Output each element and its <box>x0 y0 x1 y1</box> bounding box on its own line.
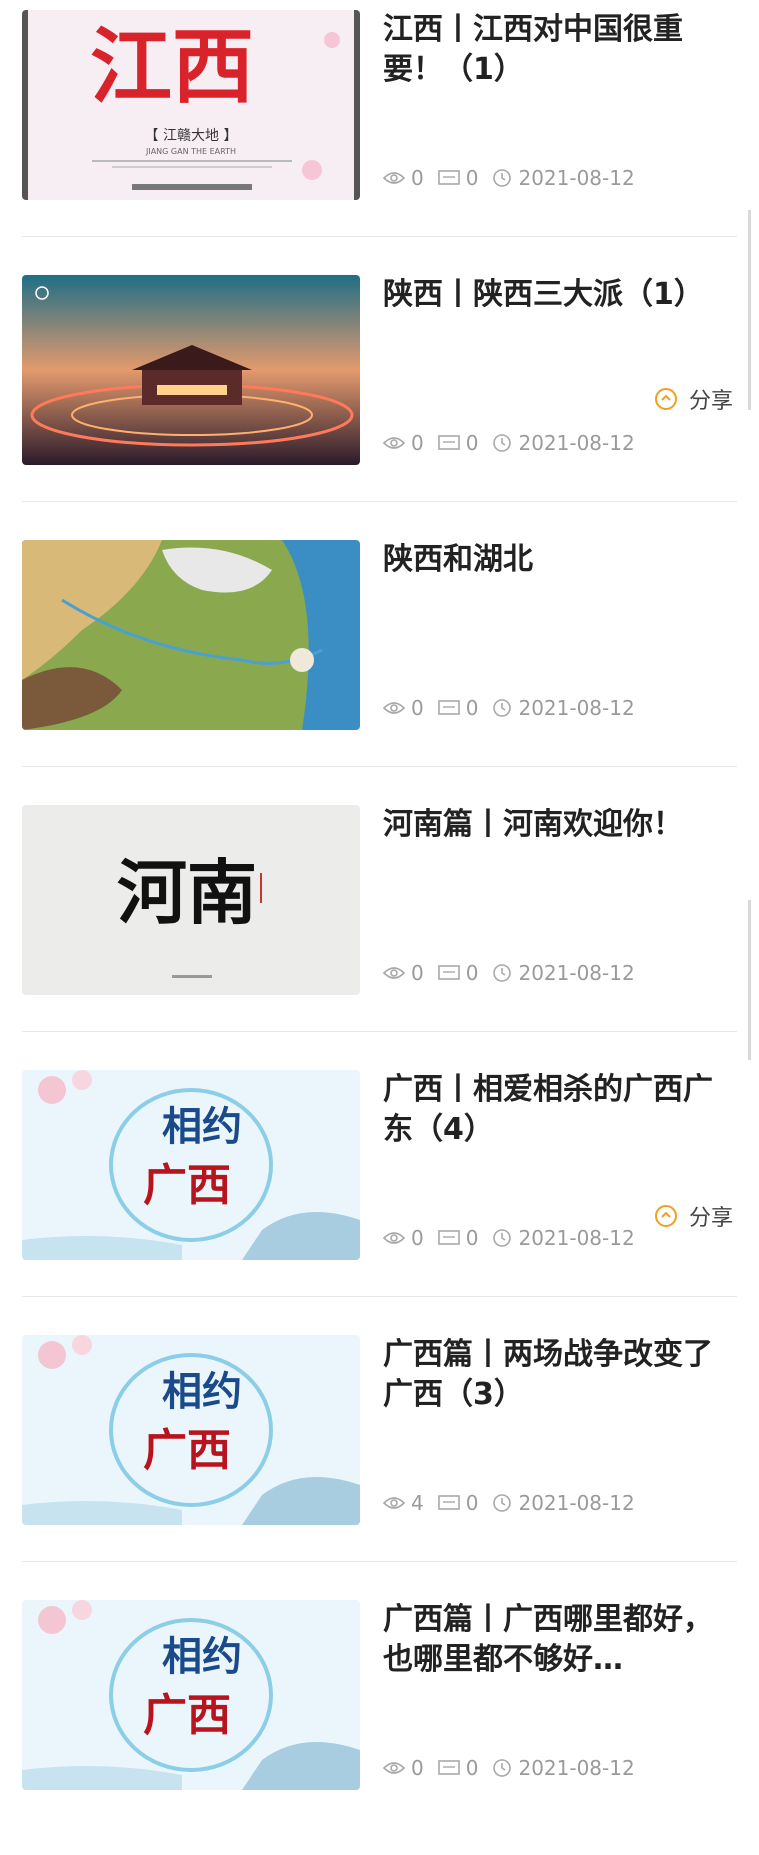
thumb-big-text: 相约 <box>162 1104 242 1150</box>
article-card[interactable]: 相约 广西 广西篇丨两场战争改变了广西（3） 4 0 2021-08-12 <box>0 1325 759 1590</box>
comment-icon <box>437 1760 460 1775</box>
article-thumbnail[interactable]: 相约 广西 <box>22 1070 360 1260</box>
clock-icon <box>493 434 512 452</box>
view-count: 0 <box>411 961 424 985</box>
comment-icon <box>437 1230 460 1245</box>
thumb-big-text: 相约 <box>162 1369 242 1415</box>
article-card[interactable]: 相约 广西 广西丨相爱相杀的广西广东（4） 分享 0 0 2021-08-12 <box>0 1060 759 1325</box>
share-icon <box>654 388 677 410</box>
comment-count: 0 <box>465 166 479 190</box>
publish-date: 2021-08-12 <box>518 696 635 720</box>
view-count: 0 <box>411 431 424 455</box>
divider <box>22 501 737 502</box>
comment-icon <box>437 170 460 185</box>
article-thumbnail[interactable]: 河南 <box>22 805 360 995</box>
eye-icon <box>383 1762 405 1774</box>
divider <box>22 766 737 767</box>
clock-icon <box>493 1229 512 1247</box>
thumb-big-text: 江西 <box>90 20 254 115</box>
view-count: 4 <box>411 1491 424 1515</box>
thumb-big-text: 广西 <box>143 1690 231 1741</box>
publish-date: 2021-08-12 <box>518 1756 635 1780</box>
article-feed: 江西 【 江赣大地 】 JIANG GAN THE EARTH 江西丨江西对中国… <box>0 0 759 1828</box>
publish-date: 2021-08-12 <box>518 166 635 190</box>
comment-count: 0 <box>465 961 479 985</box>
thumb-tag: 【 江赣大地 】 <box>145 128 238 144</box>
thumb-big-text: 广西 <box>143 1160 231 1211</box>
divider <box>22 1031 737 1032</box>
publish-date: 2021-08-12 <box>518 1491 635 1515</box>
view-count: 0 <box>411 166 424 190</box>
view-count: 0 <box>411 696 424 720</box>
article-title[interactable]: 广西篇丨两场战争改变了广西（3） <box>383 1335 723 1415</box>
article-thumbnail[interactable]: 相约 广西 <box>22 1335 360 1525</box>
article-meta: 0 0 2021-08-12 <box>383 164 649 192</box>
thumb-sub: JIANG GAN THE EARTH <box>145 147 236 156</box>
article-title[interactable]: 陕西丨陕西三大派（1） <box>383 275 723 315</box>
article-card[interactable]: 河南 河南篇丨河南欢迎你！ 0 0 2021-08-12 <box>0 795 759 1060</box>
share-label: 分享 <box>688 1206 733 1231</box>
article-meta: 0 0 2021-08-12 <box>383 429 649 457</box>
article-thumbnail[interactable]: 相约 广西 <box>22 1600 360 1790</box>
article-title[interactable]: 陕西和湖北 <box>383 540 723 580</box>
scrollbar[interactable] <box>748 900 751 1060</box>
clock-icon <box>493 1759 512 1777</box>
view-count: 0 <box>411 1226 424 1250</box>
share-icon <box>654 1205 677 1227</box>
article-title[interactable]: 广西篇丨广西哪里都好，也哪里都不够好… <box>383 1600 723 1680</box>
divider <box>22 236 737 237</box>
comment-count: 0 <box>465 1491 479 1515</box>
article-meta: 0 0 2021-08-12 <box>383 694 649 722</box>
article-thumbnail[interactable] <box>22 540 360 730</box>
article-title[interactable]: 河南篇丨河南欢迎你！ <box>383 805 723 845</box>
scrollbar[interactable] <box>748 210 751 410</box>
publish-date: 2021-08-12 <box>518 431 635 455</box>
clock-icon <box>493 169 512 187</box>
clock-icon <box>493 699 512 717</box>
eye-icon <box>383 967 405 979</box>
comment-count: 0 <box>465 431 479 455</box>
article-meta: 0 0 2021-08-12 <box>383 1224 649 1252</box>
comment-icon <box>437 1495 460 1510</box>
article-thumbnail[interactable]: 江西 【 江赣大地 】 JIANG GAN THE EARTH <box>22 10 360 200</box>
clock-icon <box>493 964 512 982</box>
eye-icon <box>383 1232 405 1244</box>
article-card[interactable]: 江西 【 江赣大地 】 JIANG GAN THE EARTH 江西丨江西对中国… <box>0 0 759 265</box>
article-meta: 0 0 2021-08-12 <box>383 959 649 987</box>
comment-count: 0 <box>465 1756 479 1780</box>
share-label: 分享 <box>688 389 733 414</box>
thumb-big-text: 河南 <box>117 852 257 934</box>
comment-icon <box>437 700 460 715</box>
article-thumbnail[interactable] <box>22 275 360 465</box>
eye-icon <box>383 437 405 449</box>
eye-icon <box>383 172 405 184</box>
comment-count: 0 <box>465 696 479 720</box>
comment-count: 0 <box>465 1226 479 1250</box>
article-meta: 4 0 2021-08-12 <box>383 1489 649 1517</box>
thumb-big-text: 广西 <box>143 1425 231 1476</box>
share-button[interactable]: 分享 <box>652 383 733 415</box>
eye-icon <box>383 1497 405 1509</box>
view-count: 0 <box>411 1756 424 1780</box>
article-title[interactable]: 江西丨江西对中国很重要！（1） <box>383 10 723 90</box>
publish-date: 2021-08-12 <box>518 961 635 985</box>
divider <box>22 1296 737 1297</box>
article-title[interactable]: 广西丨相爱相杀的广西广东（4） <box>383 1070 723 1150</box>
comment-icon <box>437 435 460 450</box>
clock-icon <box>493 1494 512 1512</box>
divider <box>22 1561 737 1562</box>
article-card[interactable]: 相约 广西 广西篇丨广西哪里都好，也哪里都不够好… 0 0 2021-08-12 <box>0 1590 759 1855</box>
article-meta: 0 0 2021-08-12 <box>383 1754 649 1782</box>
thumb-big-text: 相约 <box>162 1634 242 1680</box>
article-card[interactable]: 陕西丨陕西三大派（1） 分享 0 0 2021-08-12 <box>0 265 759 530</box>
article-card[interactable]: 陕西和湖北 0 0 2021-08-12 <box>0 530 759 795</box>
eye-icon <box>383 702 405 714</box>
comment-icon <box>437 965 460 980</box>
publish-date: 2021-08-12 <box>518 1226 635 1250</box>
share-button[interactable]: 分享 <box>652 1200 733 1232</box>
